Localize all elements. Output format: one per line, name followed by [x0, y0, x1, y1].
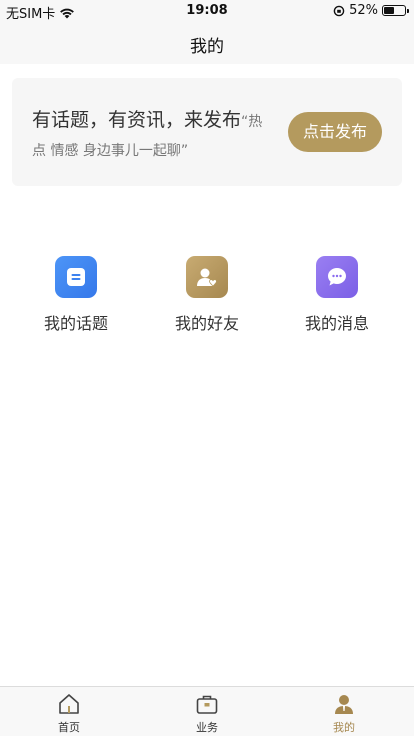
feature-my-topics[interactable]: 我的话题	[21, 256, 131, 334]
status-right: 52%	[333, 3, 409, 18]
tab-bar: 首页 业务 我的	[0, 686, 414, 736]
banner-subline-part2: 点 情感 身边事儿一起聊”	[32, 143, 189, 159]
feature-label: 我的话题	[43, 314, 108, 333]
feature-grid: 我的话题 我的好友 我的消息	[0, 256, 414, 336]
battery-icon	[382, 5, 409, 16]
nav-bar: 我的	[0, 22, 414, 64]
publish-button[interactable]: 点击发布	[288, 112, 382, 152]
feature-label: 我的消息	[304, 314, 369, 333]
tab-label: 我的	[333, 721, 355, 734]
battery-fill	[384, 7, 395, 14]
publish-banner: 有话题，有资讯，来发布“热 点 情感 身边事儿一起聊” 点击发布	[12, 78, 402, 186]
tab-home[interactable]: 首页	[39, 691, 99, 735]
tab-label: 首页	[58, 721, 80, 734]
status-bar: 无SIM卡 19:08 52%	[0, 0, 414, 22]
topic-icon	[55, 256, 97, 298]
tab-mine[interactable]: 我的	[314, 691, 374, 735]
briefcase-icon	[177, 691, 237, 717]
battery-percent: 52%	[349, 3, 378, 18]
banner-text: 有话题，有资讯，来发布“热 点 情感 身边事儿一起聊”	[32, 106, 282, 165]
friend-icon	[186, 256, 228, 298]
banner-subline-part1: “热	[241, 114, 263, 130]
feature-my-friends[interactable]: 我的好友	[152, 256, 262, 334]
feature-label: 我的好友	[174, 314, 239, 333]
page-title: 我的	[190, 37, 224, 57]
profile-icon	[314, 691, 374, 717]
message-icon	[316, 256, 358, 298]
feature-my-messages[interactable]: 我的消息	[282, 256, 392, 334]
tab-label: 业务	[196, 721, 218, 734]
home-icon	[39, 691, 99, 717]
tab-business[interactable]: 业务	[177, 691, 237, 735]
banner-headline: 有话题，有资讯，来发布	[32, 109, 242, 131]
orientation-lock-icon	[333, 5, 345, 16]
